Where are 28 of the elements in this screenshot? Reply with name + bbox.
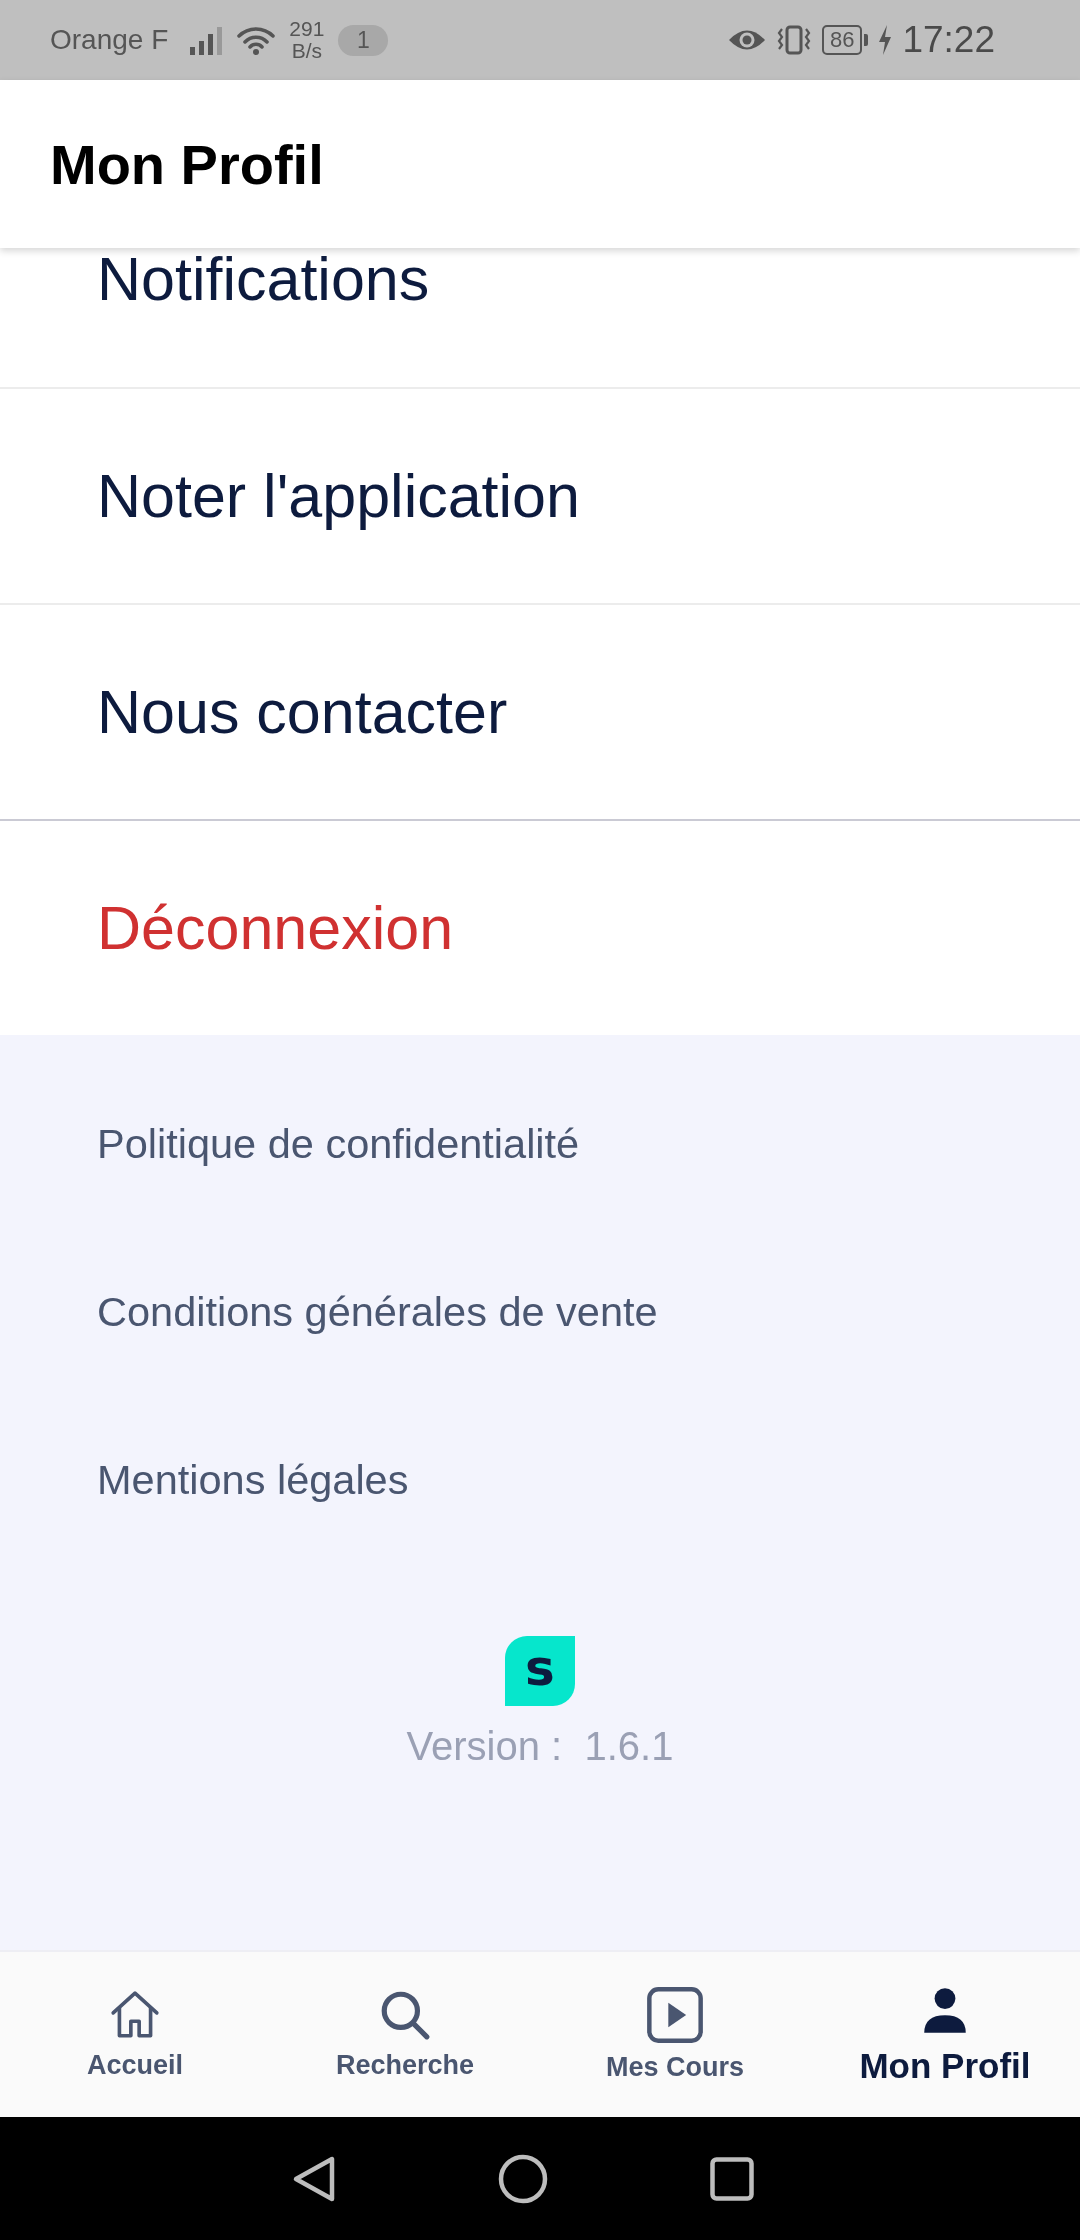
back-icon[interactable] xyxy=(292,2154,336,2203)
menu-item[interactable]: Nous contacter xyxy=(0,603,1080,819)
bolt-icon xyxy=(878,25,893,55)
nav-tab[interactable]: Mon Profil xyxy=(810,1952,1080,2117)
page-title: Mon Profil xyxy=(50,131,324,197)
signal-icon xyxy=(190,25,224,55)
logout-item[interactable]: Déconnexion xyxy=(0,819,1080,1035)
play-icon xyxy=(646,1986,704,2044)
version-text: Version : 1.6.1 xyxy=(406,1723,674,1770)
vibrate-icon xyxy=(775,25,812,55)
nav-tab[interactable]: Mes Cours xyxy=(540,1952,810,2117)
notification-count: 1 xyxy=(338,24,389,56)
footer-link[interactable]: Conditions générales de vente xyxy=(97,1288,658,1336)
footer-link[interactable]: Politique de confidentialité xyxy=(97,1120,580,1168)
nav-tab[interactable]: Accueil xyxy=(0,1952,270,2117)
wifi-icon xyxy=(237,25,276,55)
clock-time: 17:22 xyxy=(902,19,995,61)
net-speed-value: 291 xyxy=(289,18,325,40)
home-circle-icon[interactable] xyxy=(498,2153,548,2204)
carrier-name: Orange F xyxy=(50,24,169,56)
app-logo: s xyxy=(505,1636,575,1706)
recents-square-icon[interactable] xyxy=(710,2156,754,2201)
footer-link[interactable]: Mentions légales xyxy=(97,1456,409,1504)
menu-item[interactable]: Noter l'application xyxy=(0,387,1080,603)
net-speed-unit: B/s xyxy=(291,40,322,62)
battery-indicator: 86 xyxy=(821,25,869,55)
menu-item[interactable]: Notifications xyxy=(0,248,1080,387)
nav-tab[interactable]: Recherche xyxy=(270,1952,540,2117)
